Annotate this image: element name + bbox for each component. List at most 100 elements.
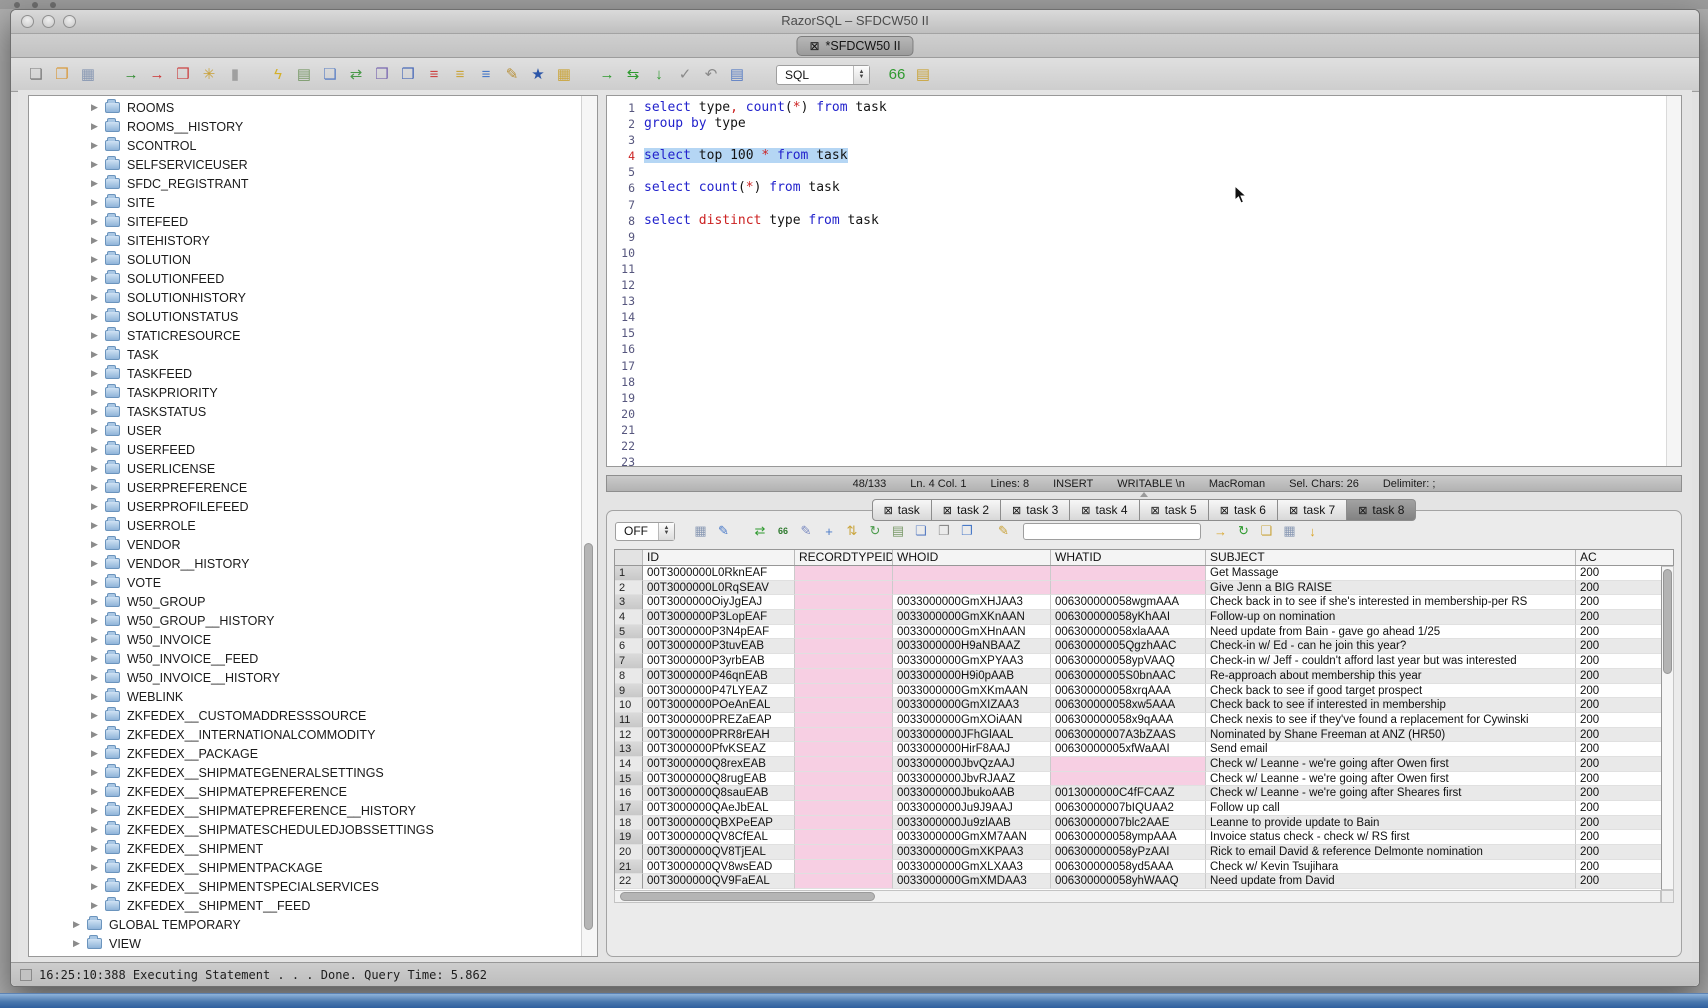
sidebar-item-rooms[interactable]: ▶ROOMS (29, 98, 582, 117)
tab-close-icon[interactable]: ⊠ (1358, 504, 1367, 517)
collapse-triangle-icon[interactable]: ▶ (91, 121, 105, 132)
connect-icon[interactable]: → (121, 65, 141, 85)
table-row[interactable]: 900T3000000P47LYEAZ0033000000GmXKmAAN006… (615, 684, 1661, 699)
refresh-results-icon[interactable]: ⇄ (751, 522, 769, 540)
cell-whoid[interactable]: 0033000000GmXKnAAN (893, 610, 1051, 625)
cell-id[interactable]: 00T3000000QAeJbEAL (643, 801, 795, 816)
cell-ac[interactable]: 200 (1576, 728, 1661, 743)
grid-vertical-scrollbar-thumb[interactable] (1663, 569, 1672, 674)
cell-ac[interactable]: 200 (1576, 742, 1661, 757)
document-tab[interactable]: ⊠ *SFDCW50 II (796, 36, 913, 56)
row-number-cell[interactable]: 17 (615, 801, 643, 816)
cell-whatid[interactable]: 006300000058ympAAA (1051, 830, 1206, 845)
collapse-triangle-icon[interactable]: ▶ (91, 140, 105, 151)
collapse-triangle-icon[interactable]: ▶ (91, 653, 105, 664)
cell-subject[interactable]: Leanne to provide update to Bain (1206, 816, 1576, 831)
table-row[interactable]: 400T3000000P3LopEAF0033000000GmXKnAAN006… (615, 610, 1661, 625)
collapse-triangle-icon[interactable]: ▶ (91, 824, 105, 835)
cell-recordtypeid[interactable] (795, 801, 893, 816)
cell-whatid[interactable]: 006300000058yhWAAQ (1051, 874, 1206, 889)
cell-subject[interactable]: Get Massage (1206, 566, 1576, 581)
cell-id[interactable]: 00T3000000QV9FaEAL (643, 874, 795, 889)
collapse-triangle-icon[interactable]: ▶ (91, 197, 105, 208)
statements-list-icon[interactable]: ≡ (424, 65, 444, 85)
open-file-icon[interactable]: ❐ (52, 65, 72, 85)
collapse-triangle-icon[interactable]: ▶ (91, 710, 105, 721)
cell-whoid[interactable]: 0033000000GmXIZAA3 (893, 698, 1051, 713)
favorites-star-icon[interactable]: ★ (528, 65, 548, 85)
collapse-triangle-icon[interactable]: ▶ (91, 729, 105, 740)
cell-id[interactable]: 00T3000000L0RknEAF (643, 566, 795, 581)
cell-subject[interactable]: Check back to see if interested in membe… (1206, 698, 1576, 713)
tab-close-icon[interactable]: ⊠ (1081, 504, 1090, 517)
cell-recordtypeid[interactable] (795, 830, 893, 845)
cell-subject[interactable]: Check w/ Leanne - we're going after Shea… (1206, 786, 1576, 801)
row-number-cell[interactable]: 5 (615, 625, 643, 640)
new-connection-icon[interactable]: ✳ (199, 65, 219, 85)
table-row[interactable]: 1100T3000000PREZaEAP0033000000GmXOiAAN00… (615, 713, 1661, 728)
cell-id[interactable]: 00T3000000P47LYEAZ (643, 684, 795, 699)
table-row[interactable]: 1200T3000000PRR8rEAH0033000000JFhGlAAL00… (615, 728, 1661, 743)
checklist-icon[interactable]: ▤ (294, 65, 314, 85)
cell-subject[interactable]: Invoice status check - check w/ RS first (1206, 830, 1576, 845)
grid-header-recordtypeid[interactable]: RECORDTYPEID (795, 550, 893, 565)
collapse-triangle-icon[interactable]: ▶ (91, 425, 105, 436)
edit-pen-icon[interactable]: ✎ (502, 65, 522, 85)
table-row[interactable]: 500T3000000P3N4pEAF0033000000GmXHnAAN006… (615, 625, 1661, 640)
table-row[interactable]: 1300T3000000PfvKSEAZ0033000000HirF8AAJ00… (615, 742, 1661, 757)
tab-close-icon[interactable]: ⊠ (884, 504, 893, 517)
collapse-triangle-icon[interactable]: ▶ (91, 881, 105, 892)
result-tab-task-6[interactable]: ⊠task 6 (1209, 499, 1278, 521)
sidebar-item-zkfedex-shipmentspecialservices[interactable]: ▶ZKFEDEX__SHIPMENTSPECIALSERVICES (29, 877, 582, 896)
collapse-triangle-icon[interactable]: ▶ (91, 330, 105, 341)
sidebar-item-zkfedex-internationalcommodity[interactable]: ▶ZKFEDEX__INTERNATIONALCOMMODITY (29, 725, 582, 744)
cell-recordtypeid[interactable] (795, 639, 893, 654)
cell-whatid[interactable]: 00630000007blc2AAE (1051, 816, 1206, 831)
rollback-icon[interactable]: ↶ (701, 65, 721, 85)
cell-recordtypeid[interactable] (795, 654, 893, 669)
sidebar-item-userprofilefeed[interactable]: ▶USERPROFILEFEED (29, 497, 582, 516)
cell-recordtypeid[interactable] (795, 581, 893, 596)
sidebar-item-sitehistory[interactable]: ▶SITEHISTORY (29, 231, 582, 250)
table-row[interactable]: 700T3000000P3yrbEAB0033000000GmXPYAA3006… (615, 654, 1661, 669)
columns-settings-icon[interactable]: ▤ (889, 522, 907, 540)
cell-subject[interactable]: Follow-up on nomination (1206, 610, 1576, 625)
cell-id[interactable]: 00T3000000OiyJgEAJ (643, 595, 795, 610)
splitter-grip-icon[interactable] (1140, 492, 1148, 497)
grid-header-ac[interactable]: AC (1576, 550, 1673, 565)
row-number-cell[interactable]: 7 (615, 654, 643, 669)
sidebar-item-userfeed[interactable]: ▶USERFEED (29, 440, 582, 459)
cell-recordtypeid[interactable] (795, 742, 893, 757)
table-row[interactable]: 300T3000000OiyJgEAJ0033000000GmXHJAA3006… (615, 595, 1661, 610)
commit-check-icon[interactable]: ✓ (675, 65, 695, 85)
reference-book-icon[interactable]: ❒ (372, 65, 392, 85)
notes-icon[interactable]: ❏ (1258, 522, 1276, 540)
cell-recordtypeid[interactable] (795, 566, 893, 581)
sidebar-item-solutionfeed[interactable]: ▶SOLUTIONFEED (29, 269, 582, 288)
tab-close-icon[interactable]: ⊠ (1289, 504, 1298, 517)
table-row[interactable]: 100T3000000L0RknEAFGet Massage200 (615, 566, 1661, 581)
sidebar-item-user[interactable]: ▶USER (29, 421, 582, 440)
result-tab-task-5[interactable]: ⊠task 5 (1140, 499, 1209, 521)
export-table-icon[interactable]: ▦ (554, 65, 574, 85)
cell-whoid[interactable]: 0033000000H9i0pAAB (893, 669, 1051, 684)
cell-subject[interactable]: Check w/ Leanne - we're going after Owen… (1206, 757, 1576, 772)
sidebar-item-selfserviceuser[interactable]: ▶SELFSERVICEUSER (29, 155, 582, 174)
save-icon[interactable]: ▦ (78, 65, 98, 85)
collapse-triangle-icon[interactable]: ▶ (91, 406, 105, 417)
cell-id[interactable]: 00T3000000Q8sauEAB (643, 786, 795, 801)
collapse-triangle-icon[interactable]: ▶ (91, 216, 105, 227)
collapse-triangle-icon[interactable]: ▶ (91, 900, 105, 911)
sidebar-item-zkfedex-shipmatepreference[interactable]: ▶ZKFEDEX__SHIPMATEPREFERENCE (29, 782, 582, 801)
collapse-triangle-icon[interactable]: ▶ (91, 767, 105, 778)
sidebar-item-solutionhistory[interactable]: ▶SOLUTIONHISTORY (29, 288, 582, 307)
sidebar-item-w50-group-history[interactable]: ▶W50_GROUP__HISTORY (29, 611, 582, 630)
collapse-triangle-icon[interactable]: ▶ (91, 577, 105, 588)
sidebar-item-zkfedex-shipment[interactable]: ▶ZKFEDEX__SHIPMENT (29, 839, 582, 858)
export-refresh-icon[interactable]: ↻ (1235, 522, 1253, 540)
collapse-triangle-icon[interactable]: ▶ (91, 862, 105, 873)
sidebar-item-rooms-history[interactable]: ▶ROOMS__HISTORY (29, 117, 582, 136)
sidebar-item-zkfedex-shipment-feed[interactable]: ▶ZKFEDEX__SHIPMENT__FEED (29, 896, 582, 915)
row-number-cell[interactable]: 22 (615, 874, 643, 889)
sidebar-item-zkfedex-shipmatepreference-history[interactable]: ▶ZKFEDEX__SHIPMATEPREFERENCE__HISTORY (29, 801, 582, 820)
